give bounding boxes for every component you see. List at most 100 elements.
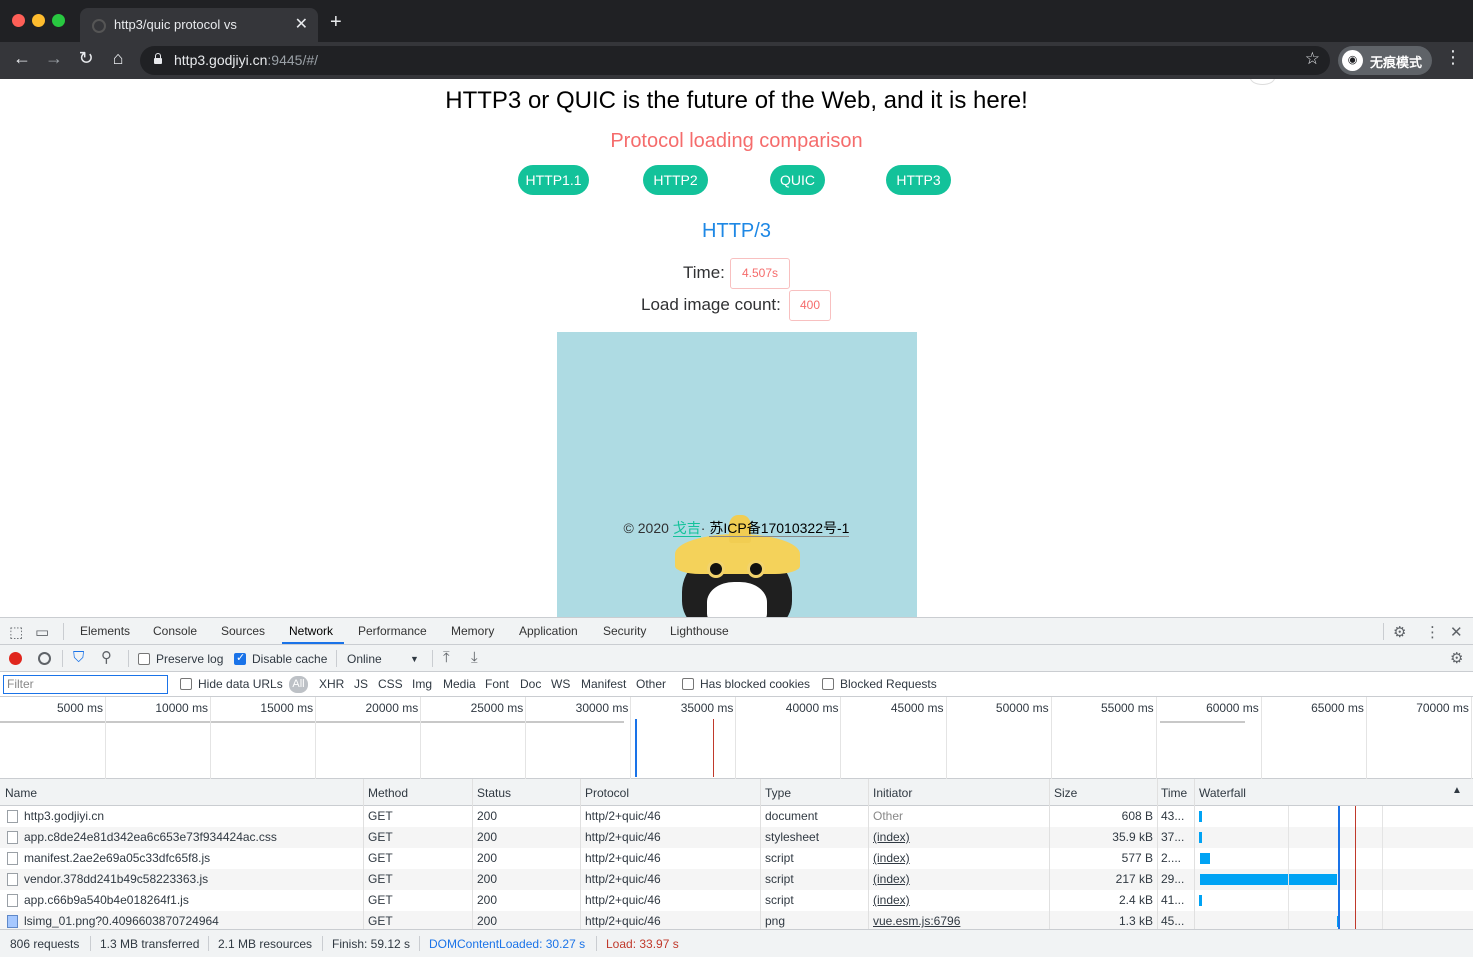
table-row[interactable]: http3.godjiyi.cn GET 200 http/2+quic/46 docu…	[0, 806, 1473, 827]
filter-input[interactable]: Filter	[3, 675, 168, 694]
cell-method: GET	[368, 893, 393, 907]
export-har-icon[interactable]: ⤓	[471, 649, 478, 666]
tab-application[interactable]: Application	[519, 624, 578, 638]
dom-content-loaded-time: DOMContentLoaded: 30.27 s	[429, 937, 586, 951]
sort-ascending-icon[interactable]: ▲	[1452, 785, 1462, 796]
tab-console[interactable]: Console	[153, 624, 197, 638]
incognito-badge[interactable]: ◉ 无痕模式	[1338, 46, 1432, 75]
tab-elements[interactable]: Elements	[80, 624, 130, 638]
import-har-icon[interactable]: ⤒	[443, 649, 450, 666]
settings-gear-icon[interactable]: ⚙	[1393, 623, 1406, 641]
record-button[interactable]	[9, 652, 22, 665]
col-time[interactable]: Time	[1161, 786, 1187, 800]
waterfall-dom-content-loaded-line	[1338, 806, 1340, 929]
cell-initiator[interactable]: (index)	[873, 851, 1043, 865]
cell-initiator[interactable]: (index)	[873, 872, 1043, 886]
filter-doc[interactable]: Doc	[520, 677, 541, 691]
timeline-overview[interactable]: 5000 ms 10000 ms 15000 ms 20000 ms 25000 ms 3…	[0, 697, 1473, 779]
cell-time: 43...	[1161, 809, 1185, 823]
tab-performance[interactable]: Performance	[358, 624, 427, 638]
http2-button[interactable]: HTTP2	[643, 165, 708, 195]
browser-tab[interactable]: http3/quic protocol vs ✕	[80, 8, 318, 42]
quic-button[interactable]: QUIC	[770, 165, 825, 195]
cell-name: manifest.2ae2e69a05c33dfc65f8.js	[24, 851, 211, 865]
col-initiator[interactable]: Initiator	[873, 786, 912, 800]
col-method[interactable]: Method	[368, 786, 408, 800]
cell-initiator[interactable]: (index)	[873, 893, 1043, 907]
table-row[interactable]: app.c8de24e81d342ea6c653e73f934424ac.css…	[0, 827, 1473, 848]
browser-menu-icon[interactable]: ⋮	[1444, 47, 1462, 68]
hide-data-urls-checkbox[interactable]	[180, 678, 192, 690]
cell-initiator[interactable]: vue.esm.js:6796	[873, 914, 1043, 928]
devtools-menu-icon[interactable]: ⋮	[1425, 623, 1440, 641]
filter-other[interactable]: Other	[636, 677, 666, 691]
icp-link[interactable]: 苏ICP备17010322号-1	[709, 520, 850, 537]
cell-method: GET	[368, 809, 393, 823]
close-devtools-icon[interactable]: ✕	[1450, 623, 1463, 641]
dom-content-loaded-marker	[635, 719, 637, 777]
col-type[interactable]: Type	[765, 786, 791, 800]
table-row[interactable]: manifest.2ae2e69a05c33dfc65f8.js GET 200 ht…	[0, 848, 1473, 869]
col-name[interactable]: Name	[5, 786, 37, 800]
filter-css[interactable]: CSS	[378, 677, 403, 691]
blocked-requests-checkbox[interactable]	[822, 678, 834, 690]
maximize-window-button[interactable]	[52, 14, 65, 27]
cell-time: 29...	[1161, 872, 1185, 886]
tab-network[interactable]: Network	[289, 624, 333, 638]
network-settings-icon[interactable]: ⚙	[1450, 649, 1463, 667]
bookmark-star-icon[interactable]: ☆	[1305, 49, 1320, 69]
has-blocked-cookies-checkbox[interactable]	[682, 678, 694, 690]
col-protocol[interactable]: Protocol	[585, 786, 629, 800]
address-bar[interactable]: http3.godjiyi.cn:9445/#/ ☆	[140, 46, 1330, 75]
cell-name: app.c8de24e81d342ea6c653e73f934424ac.css	[24, 830, 277, 844]
lock-icon[interactable]	[154, 53, 162, 64]
filter-funnel-icon[interactable]: ⛉	[73, 649, 84, 666]
cell-initiator[interactable]: (index)	[873, 830, 1043, 844]
filter-all[interactable]: All	[289, 676, 308, 693]
filter-media[interactable]: Media	[443, 677, 476, 691]
reload-icon[interactable]: ↻	[74, 48, 98, 69]
filter-js[interactable]: JS	[354, 677, 368, 691]
throttle-select[interactable]: Online	[347, 652, 382, 666]
search-icon[interactable]: ⚲	[101, 648, 112, 666]
preserve-log-checkbox[interactable]	[138, 653, 150, 665]
new-tab-button[interactable]: +	[330, 11, 342, 34]
close-window-button[interactable]	[12, 14, 25, 27]
url-text[interactable]: http3.godjiyi.cn:9445/#/	[174, 52, 318, 68]
table-row[interactable]: vendor.378dd241b49c58223363.js GET 200 http…	[0, 869, 1473, 890]
minimize-window-button[interactable]	[32, 14, 45, 27]
forward-icon[interactable]: →	[42, 48, 66, 69]
back-icon[interactable]: ←	[10, 48, 34, 69]
cell-time: 2....	[1161, 851, 1182, 865]
filter-ws[interactable]: WS	[551, 677, 570, 691]
clear-icon[interactable]	[38, 652, 51, 665]
tab-lighthouse[interactable]: Lighthouse	[670, 624, 729, 638]
col-size[interactable]: Size	[1054, 786, 1077, 800]
chevron-down-icon[interactable]: ▼	[410, 654, 419, 664]
tab-security[interactable]: Security	[603, 624, 646, 638]
page-footer: © 2020 戈吉· 苏ICP备17010322号-1	[0, 518, 1473, 538]
table-row[interactable]: app.c66b9a540b4e018264f1.js GET 200 http/2+…	[0, 890, 1473, 911]
inspect-element-icon[interactable]: ⬚	[9, 623, 23, 641]
device-toolbar-icon[interactable]: ▭	[35, 623, 49, 641]
tab-memory[interactable]: Memory	[451, 624, 494, 638]
overview-tick-label: 45000 ms	[890, 701, 944, 715]
file-icon	[7, 831, 18, 844]
filter-manifest[interactable]: Manifest	[581, 677, 626, 691]
disable-cache-checkbox[interactable]	[234, 651, 246, 665]
filter-img[interactable]: Img	[412, 677, 432, 691]
tab-close-icon[interactable]: ✕	[295, 14, 308, 34]
col-status[interactable]: Status	[477, 786, 511, 800]
col-waterfall[interactable]: Waterfall	[1199, 786, 1246, 800]
cell-type: script	[765, 893, 794, 907]
filter-font[interactable]: Font	[485, 677, 509, 691]
http11-button[interactable]: HTTP1.1	[518, 165, 589, 195]
cell-name: http3.godjiyi.cn	[24, 809, 105, 823]
tab-sources[interactable]: Sources	[221, 624, 265, 638]
table-header: Name Method Status Protocol Type Initiat…	[0, 779, 1473, 806]
http3-button[interactable]: HTTP3	[886, 165, 951, 195]
home-icon[interactable]: ⌂	[106, 48, 130, 69]
author-link[interactable]: 戈吉	[672, 520, 701, 537]
cell-status: 200	[477, 914, 498, 928]
filter-xhr[interactable]: XHR	[319, 677, 344, 691]
